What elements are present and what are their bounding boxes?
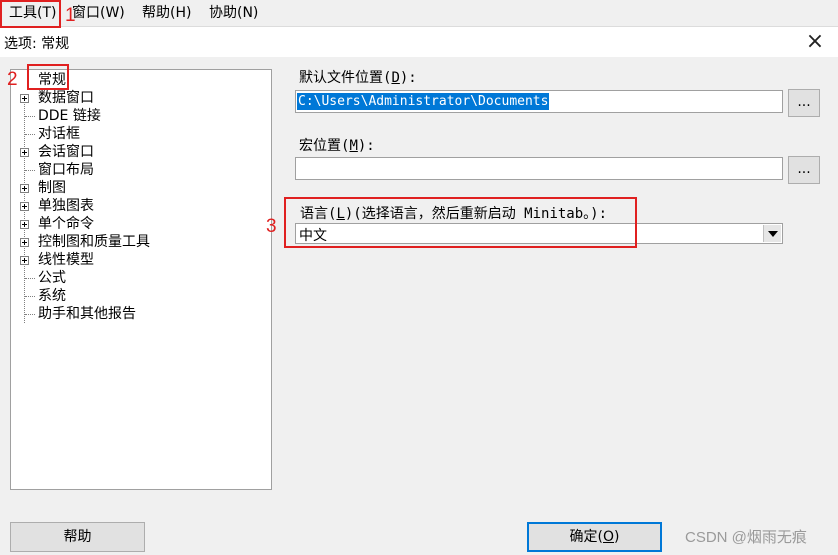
expand-plus-icon[interactable]	[20, 94, 29, 103]
annotation-box-language	[284, 197, 637, 248]
expand-plus-icon[interactable]	[20, 220, 29, 229]
tree-item-formulas[interactable]: 公式	[11, 269, 261, 287]
dialog-titlebar: 选项: 常规 ×	[0, 27, 838, 57]
help-button[interactable]: 帮助	[10, 522, 145, 552]
macro-location-label: 宏位置(M):	[299, 138, 375, 154]
default-location-value: C:\Users\Administrator\Documents	[297, 93, 550, 110]
macro-location-input[interactable]	[295, 157, 783, 180]
menu-window[interactable]: 窗口(W)	[70, 3, 127, 23]
annotation-number-2: 2	[7, 69, 18, 90]
browse-default-location-button[interactable]: ...	[788, 89, 820, 117]
options-tree[interactable]: 常规 数据窗口 DDE 链接 对话框 会话窗口 窗口布局 制图 单独图表 单个命…	[10, 69, 272, 490]
annotation-box-tools-menu	[0, 0, 61, 28]
tree-item-window-layout[interactable]: 窗口布局	[11, 161, 261, 179]
dropdown-arrow-icon[interactable]	[763, 225, 781, 242]
expand-plus-icon[interactable]	[20, 238, 29, 247]
tree-item-graphics[interactable]: 制图	[11, 179, 261, 197]
close-icon[interactable]: ×	[802, 29, 828, 55]
browse-macro-location-button[interactable]: ...	[788, 156, 820, 184]
tree-item-individual-graphs[interactable]: 单独图表	[11, 197, 261, 215]
tree-item-assistant-reports[interactable]: 助手和其他报告	[11, 305, 261, 323]
tree-item-control-charts[interactable]: 控制图和质量工具	[11, 233, 261, 251]
dialog-title: 选项: 常规	[4, 36, 70, 52]
menu-help[interactable]: 帮助(H)	[140, 3, 193, 23]
tree-item-system[interactable]: 系统	[11, 287, 261, 305]
ok-button[interactable]: 确定(O)	[527, 522, 662, 552]
annotation-box-general	[27, 64, 69, 90]
tree-item-session-window[interactable]: 会话窗口	[11, 143, 261, 161]
default-location-input[interactable]: C:\Users\Administrator\Documents	[295, 90, 783, 113]
options-dialog: 常规 数据窗口 DDE 链接 对话框 会话窗口 窗口布局 制图 单独图表 单个命…	[0, 57, 838, 555]
expand-plus-icon[interactable]	[20, 256, 29, 265]
tree-item-individual-commands[interactable]: 单个命令	[11, 215, 261, 233]
menu-bar: 工具(T) 窗口(W) 帮助(H) 协助(N)	[0, 0, 838, 27]
expand-plus-icon[interactable]	[20, 148, 29, 157]
tree-item-data-window[interactable]: 数据窗口	[11, 89, 261, 107]
tree-item-dde-link[interactable]: DDE 链接	[11, 107, 261, 125]
annotation-number-1: 1	[65, 5, 76, 26]
menu-assist[interactable]: 协助(N)	[207, 3, 260, 23]
watermark-text: CSDN @烟雨无痕	[685, 529, 807, 546]
annotation-number-3: 3	[266, 216, 277, 237]
expand-plus-icon[interactable]	[20, 202, 29, 211]
default-location-label: 默认文件位置(D):	[299, 70, 417, 86]
tree-item-linear-models[interactable]: 线性模型	[11, 251, 261, 269]
tree-item-dialogs[interactable]: 对话框	[11, 125, 261, 143]
expand-plus-icon[interactable]	[20, 184, 29, 193]
